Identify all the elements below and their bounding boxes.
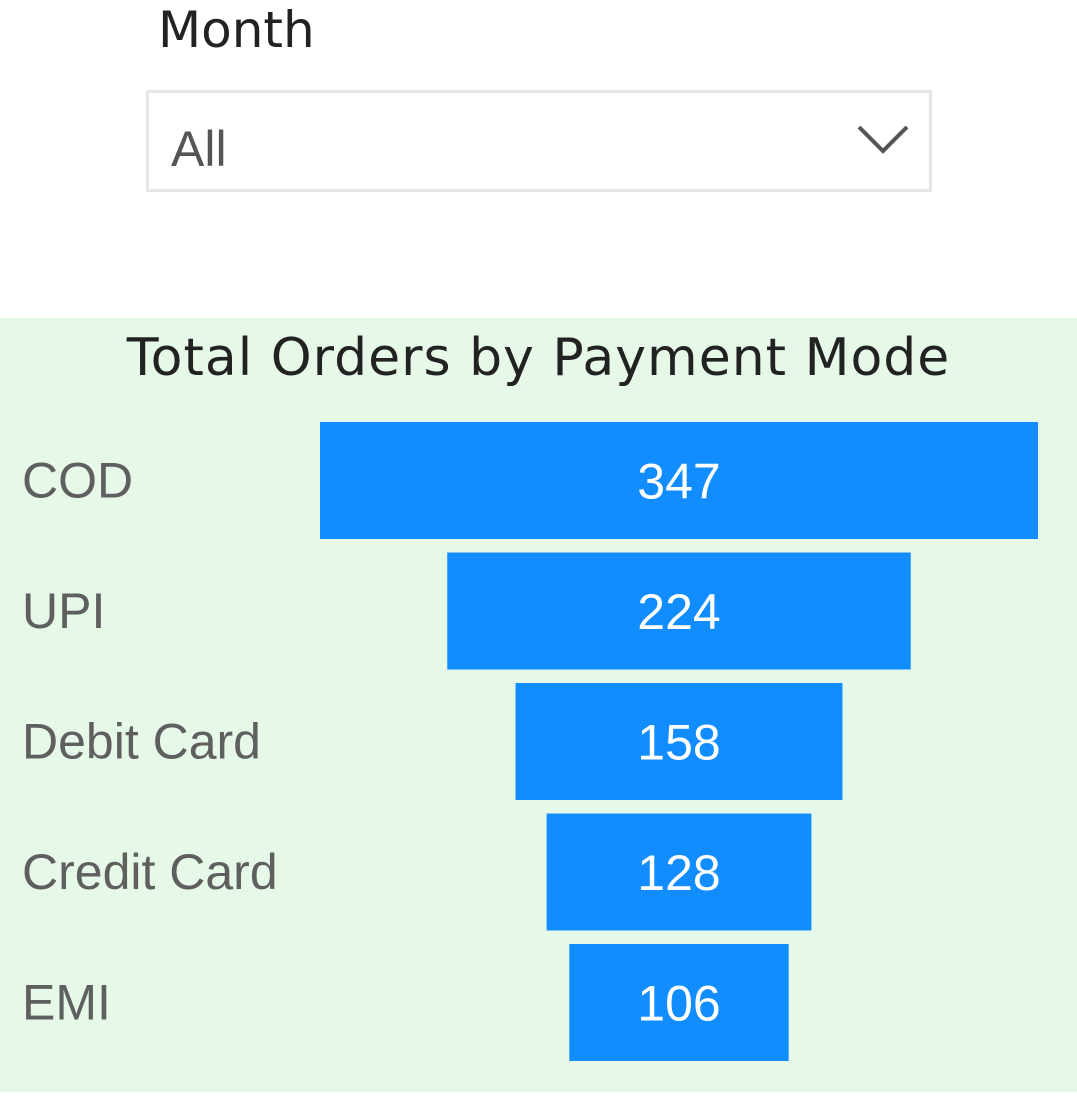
category-label-upi: UPI (22, 583, 105, 639)
category-label-cod: COD (22, 453, 133, 509)
data-label-upi: 224 (637, 584, 720, 640)
slicer-title: Month (158, 1, 315, 59)
category-label-emi: EMI (22, 975, 111, 1031)
category-label-debit-card: Debit Card (22, 714, 261, 770)
funnel-chart-panel: Total Orders by Payment Mode 347 COD 224 UP… (0, 318, 1077, 1092)
data-label-credit-card: 128 (637, 845, 720, 901)
data-label-emi: 106 (637, 976, 720, 1032)
data-label-cod: 347 (637, 454, 720, 510)
funnel-chart: 347 COD 224 UPI 158 Debit Card 128 Credit Card 1… (22, 422, 1038, 1061)
month-dropdown-value: All (171, 121, 227, 177)
data-label-debit-card: 158 (637, 715, 720, 771)
month-dropdown[interactable]: All (146, 90, 932, 192)
category-label-credit-card: Credit Card (22, 844, 278, 900)
chevron-down-icon[interactable] (855, 119, 911, 159)
